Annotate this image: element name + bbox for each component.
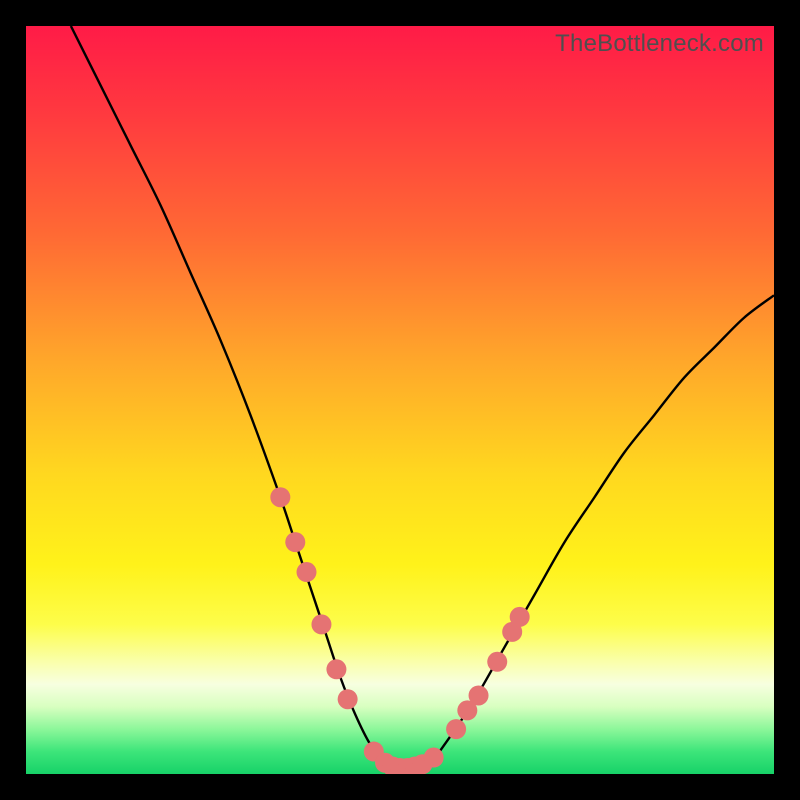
marker-dot	[297, 562, 317, 582]
bottleneck-chart	[26, 26, 774, 774]
marker-dot	[510, 607, 530, 627]
marker-dot	[270, 487, 290, 507]
plot-area: TheBottleneck.com	[26, 26, 774, 774]
watermark-text: TheBottleneck.com	[555, 30, 764, 58]
marker-dot	[311, 614, 331, 634]
marker-dot	[469, 685, 489, 705]
marker-dot	[424, 748, 444, 768]
chart-frame: TheBottleneck.com	[0, 0, 800, 800]
marker-dot	[285, 532, 305, 552]
marker-dot	[446, 719, 466, 739]
marker-dot	[338, 689, 358, 709]
marker-dot	[326, 659, 346, 679]
marker-dot	[487, 652, 507, 672]
gradient-background	[26, 26, 774, 774]
